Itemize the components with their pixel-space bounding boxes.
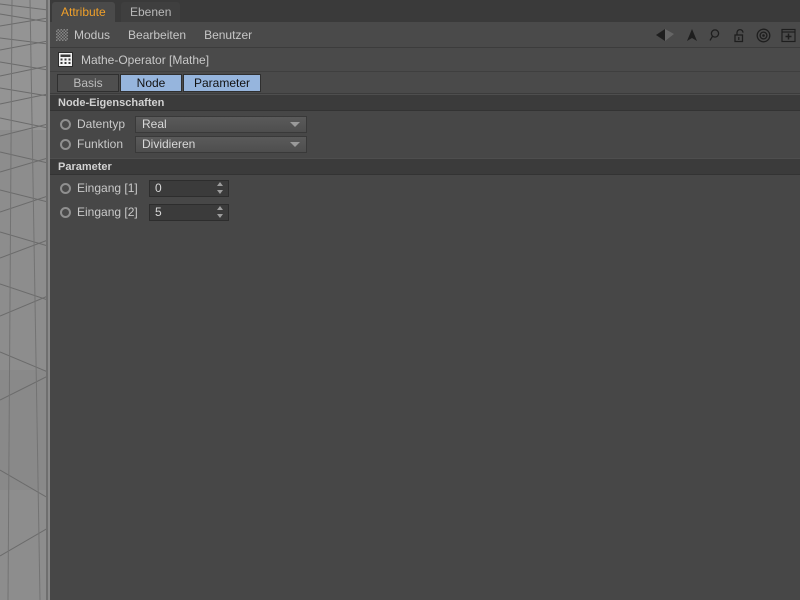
section-title: Node-Eigenschaften [58,96,165,109]
row-eingang-2-label: Eingang [2] [77,205,138,219]
section-header-parameter[interactable]: Parameter [50,158,800,175]
menu-item-benutzer[interactable]: Benutzer [204,28,252,42]
parameter-port-icon[interactable] [60,206,71,218]
lock-icon[interactable] [733,28,746,43]
datentyp-value: Real [142,117,167,131]
tab-ebenen[interactable]: Ebenen [121,2,181,22]
search-icon[interactable] [709,28,723,42]
menubar: Modus Bearbeiten Benutzer [50,22,800,48]
chevron-down-icon [290,142,300,147]
up-arrow-icon[interactable] [685,28,699,42]
math-operator-icon [58,52,73,67]
row-funktion: Funktion Dividieren [50,134,800,154]
object-title-row: Mathe-Operator [Mathe] [50,48,800,72]
mode-tab-basis-label: Basis [73,75,103,90]
tab-attribute-label: Attribute [61,5,106,19]
menu-item-modus[interactable]: Modus [74,28,110,42]
mode-tabs: Basis Node Parameter [50,72,800,94]
spinner-icon[interactable] [216,206,223,218]
section-title: Parameter [58,160,112,173]
tab-attribute[interactable]: Attribute [52,2,115,22]
parameter-port-icon[interactable] [60,118,71,130]
eingang-2-value: 5 [155,205,162,219]
section-header-node-properties[interactable]: Node-Eigenschaften [50,94,800,111]
datentyp-dropdown[interactable]: Real [135,115,307,133]
eingang-1-input[interactable]: 0 [149,179,229,197]
viewport-border [46,0,48,600]
eingang-1-value: 0 [155,181,162,195]
perspective-viewport[interactable] [0,0,48,600]
chevron-down-icon [290,122,300,127]
menu-item-bearbeiten[interactable]: Bearbeiten [128,28,186,42]
row-datentyp-label: Datentyp [77,117,126,131]
mode-tab-node[interactable]: Node [120,73,182,92]
application-window: Attribute Ebenen Modus Bearbeiten Benutz… [0,0,800,600]
mode-tab-parameter-label: Parameter [194,75,251,90]
parameter-port-icon[interactable] [60,138,71,150]
parameter-port-icon[interactable] [60,182,71,194]
object-title: Mathe-Operator [Mathe] [81,52,210,67]
parameter-rows: Eingang [1] 0 Eingang [2] 5 [50,175,800,222]
funktion-value: Dividieren [142,137,196,151]
attribute-manager-panel: Attribute Ebenen Modus Bearbeiten Benutz… [50,0,800,600]
plus-icon[interactable] [781,28,796,43]
eingang-2-input[interactable]: 5 [149,203,229,221]
mode-tab-node-label: Node [136,75,166,90]
manager-tabstrip: Attribute Ebenen [50,0,800,22]
funktion-dropdown[interactable]: Dividieren [135,135,307,153]
row-funktion-label: Funktion [77,137,124,151]
row-datentyp: Datentyp Real [50,114,800,134]
mode-tab-basis[interactable]: Basis [57,73,119,92]
grip-dots-icon[interactable] [56,28,68,41]
back-arrow-icon[interactable] [655,28,675,42]
viewport-wireframe [0,0,48,600]
spinner-icon[interactable] [216,182,223,194]
tab-ebenen-label: Ebenen [130,5,172,19]
mode-tab-parameter[interactable]: Parameter [183,73,262,92]
menubar-toolbar [655,22,796,48]
row-eingang-1-label: Eingang [1] [77,181,138,195]
target-icon[interactable] [756,28,771,43]
row-eingang-2: Eingang [2] 5 [50,202,800,222]
node-properties-rows: Datentyp Real Funktion Dividieren [50,111,800,154]
row-eingang-1: Eingang [1] 0 [50,178,800,198]
